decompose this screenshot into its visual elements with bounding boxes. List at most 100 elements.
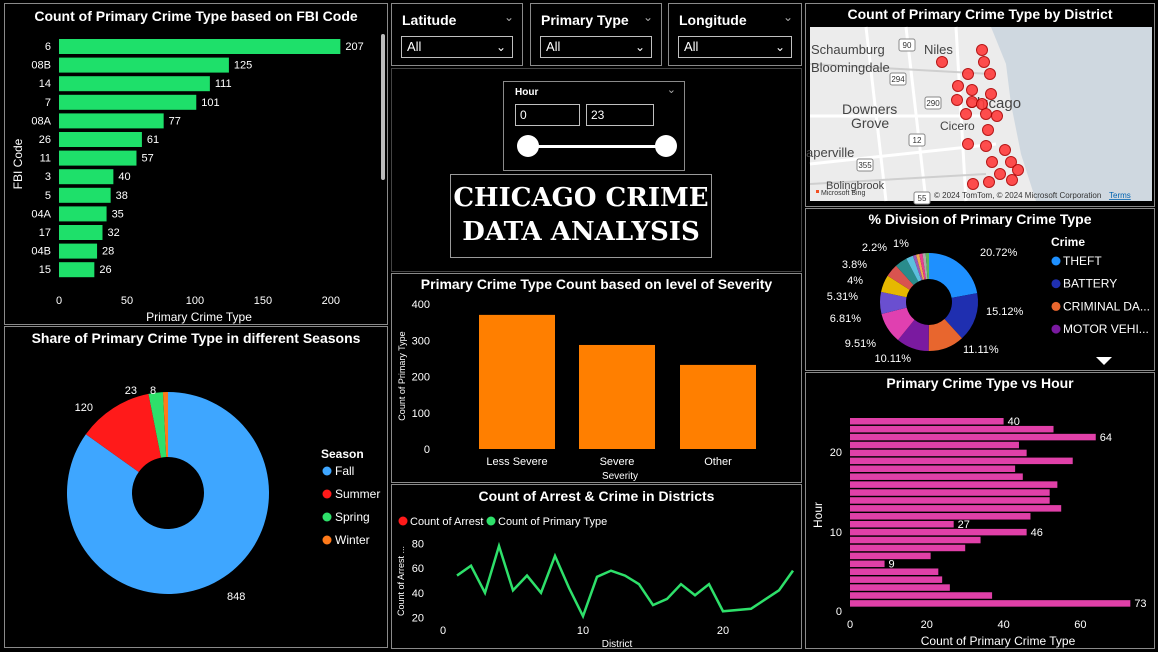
fbi-value-label: 38 xyxy=(116,190,128,202)
division-legend-marker xyxy=(1051,279,1061,289)
severity-bar xyxy=(680,364,756,449)
district-bubble xyxy=(982,124,994,136)
hour-max-input[interactable]: 23 xyxy=(586,104,654,126)
road-number: 355 xyxy=(858,161,872,170)
fbi-value-label: 28 xyxy=(102,246,114,258)
hour-bar xyxy=(850,560,885,568)
arrest-x-tick: 20 xyxy=(717,625,729,637)
severity-chart-panel: Primary Crime Type Count based on level … xyxy=(391,273,802,483)
fbi-value-label: 26 xyxy=(99,264,111,276)
fbi-value-label: 57 xyxy=(141,153,153,165)
fbi-bar xyxy=(59,39,341,54)
road-number: 55 xyxy=(918,194,927,203)
district-bubble xyxy=(978,56,990,68)
map-place-label: Bloomingdale xyxy=(811,60,890,75)
hour-bar xyxy=(850,433,1096,441)
fbi-value-label: 40 xyxy=(118,171,130,183)
division-legend-label: CRIMINAL DA... xyxy=(1063,299,1150,313)
hour-bar xyxy=(850,513,1031,520)
division-percent-label: 2.2% xyxy=(862,242,887,254)
division-percent-label: 1% xyxy=(893,238,909,250)
fbi-value-label: 111 xyxy=(215,78,232,90)
season-value-label: 23 xyxy=(125,385,137,397)
fbi-bar xyxy=(59,243,98,259)
hour-value-label: 27 xyxy=(958,519,970,531)
fbi-bar xyxy=(59,113,164,129)
banner-line-2: DATA ANALYSIS xyxy=(462,217,700,247)
primary-type-legend-marker xyxy=(486,516,496,526)
chevron-down-icon[interactable]: ⌄ xyxy=(643,10,653,24)
severity-y-tick: 200 xyxy=(412,372,430,384)
legend-scroll-down-icon[interactable] xyxy=(1096,357,1112,365)
fbi-bar-chart: 6 207 08B 125 14 111 7 101 08A 77 26 61 11 57 3 40 5 38 04… xyxy=(11,39,364,324)
division-legend-label: BATTERY xyxy=(1063,277,1117,291)
district-bubble xyxy=(976,44,988,56)
seasons-donut-chart: 848 120 23 8 Season Fall Summer Spring Winter xyxy=(67,385,380,603)
hour-bar xyxy=(850,425,1054,433)
fbi-bar xyxy=(59,169,114,185)
division-legend-title: Crime xyxy=(1051,235,1085,249)
season-legend-marker xyxy=(322,489,332,499)
primary-type-dropdown[interactable]: All ⌄ xyxy=(540,36,652,58)
chevron-down-icon[interactable]: ⌄ xyxy=(783,10,793,24)
district-bubble xyxy=(936,56,948,68)
hour-slicer[interactable]: Hour ⌄ 0 23 xyxy=(503,81,685,171)
hour-x-tick: 40 xyxy=(997,619,1009,631)
severity-y-axis-label: Count of Primary Type xyxy=(397,331,407,420)
district-map[interactable]: Schaumburg NilesBloomingdaleDownersGroveC… xyxy=(806,4,1155,207)
district-bubble xyxy=(991,110,1003,122)
primary-type-series-line xyxy=(456,541,795,620)
hour-bar xyxy=(850,584,950,591)
severity-x-axis-label: Severity xyxy=(602,471,638,482)
arrest-chart-panel: Count of Arrest & Crime in Districts Cou… xyxy=(391,484,802,649)
latitude-slicer[interactable]: Latitude ⌄ All ⌄ xyxy=(391,3,523,66)
arrest-y-tick: 20 xyxy=(412,612,424,624)
arrest-y-tick: 60 xyxy=(412,563,424,575)
seasons-chart-panel: Share of Primary Crime Type in different… xyxy=(4,326,388,648)
severity-bar xyxy=(579,344,655,449)
chevron-down-icon[interactable]: ⌄ xyxy=(504,10,514,24)
hour-bar xyxy=(850,592,993,599)
road-number: 12 xyxy=(913,136,922,145)
hour-bar xyxy=(850,481,1058,488)
district-bubble xyxy=(986,156,998,168)
banner-line-1: CHICAGO CRIME xyxy=(453,183,709,213)
division-legend-marker xyxy=(1051,324,1061,334)
map-place-label: aperville xyxy=(806,145,854,160)
hour-bar xyxy=(850,489,1050,496)
primary-type-slicer[interactable]: Primary Type ⌄ All ⌄ xyxy=(530,3,662,66)
chevron-down-icon[interactable]: ⌄ xyxy=(667,83,676,96)
fbi-value-label: 32 xyxy=(107,227,119,239)
longitude-slicer[interactable]: Longitude ⌄ All ⌄ xyxy=(668,3,802,66)
arrest-legend-marker xyxy=(398,516,408,526)
arrest-y-tick: 80 xyxy=(412,539,424,551)
arrest-legend-label: Count of Arrest xyxy=(410,516,483,528)
district-bubble xyxy=(951,94,963,106)
severity-y-tick: 400 xyxy=(412,299,430,311)
longitude-dropdown[interactable]: All ⌄ xyxy=(678,36,792,58)
district-bubble xyxy=(980,140,992,152)
hour-min-input[interactable]: 0 xyxy=(515,104,580,126)
fbi-scrollbar[interactable] xyxy=(381,34,385,180)
hour-slider-max-handle[interactable] xyxy=(655,135,677,157)
arrest-line-chart: Count of Arrest Count of Primary Type 20 40… xyxy=(396,516,795,648)
fbi-x-tick: 100 xyxy=(186,295,204,307)
fbi-x-tick: 150 xyxy=(254,295,272,307)
center-area: Hour ⌄ 0 23 CHICAGO CRIME DATA ANALYSIS xyxy=(391,68,802,272)
division-percent-label: 15.12% xyxy=(986,306,1024,318)
fbi-code-label: 7 xyxy=(45,97,51,109)
hour-y-tick: 10 xyxy=(830,527,842,539)
hour-x-tick: 60 xyxy=(1074,619,1086,631)
division-slice xyxy=(929,253,978,298)
fbi-value-label: 125 xyxy=(234,60,252,72)
hour-slider-min-handle[interactable] xyxy=(517,135,539,157)
district-bubble xyxy=(1006,174,1018,186)
latitude-dropdown[interactable]: All ⌄ xyxy=(401,36,513,58)
fbi-y-axis-label: FBI Code xyxy=(11,138,25,189)
hour-bar xyxy=(850,528,1027,536)
fbi-value-label: 77 xyxy=(169,115,181,127)
bing-logo-icon xyxy=(816,190,819,193)
division-percent-label: 3.8% xyxy=(842,259,867,271)
primary-type-value: All xyxy=(546,39,561,54)
chevron-down-icon: ⌄ xyxy=(634,40,645,54)
